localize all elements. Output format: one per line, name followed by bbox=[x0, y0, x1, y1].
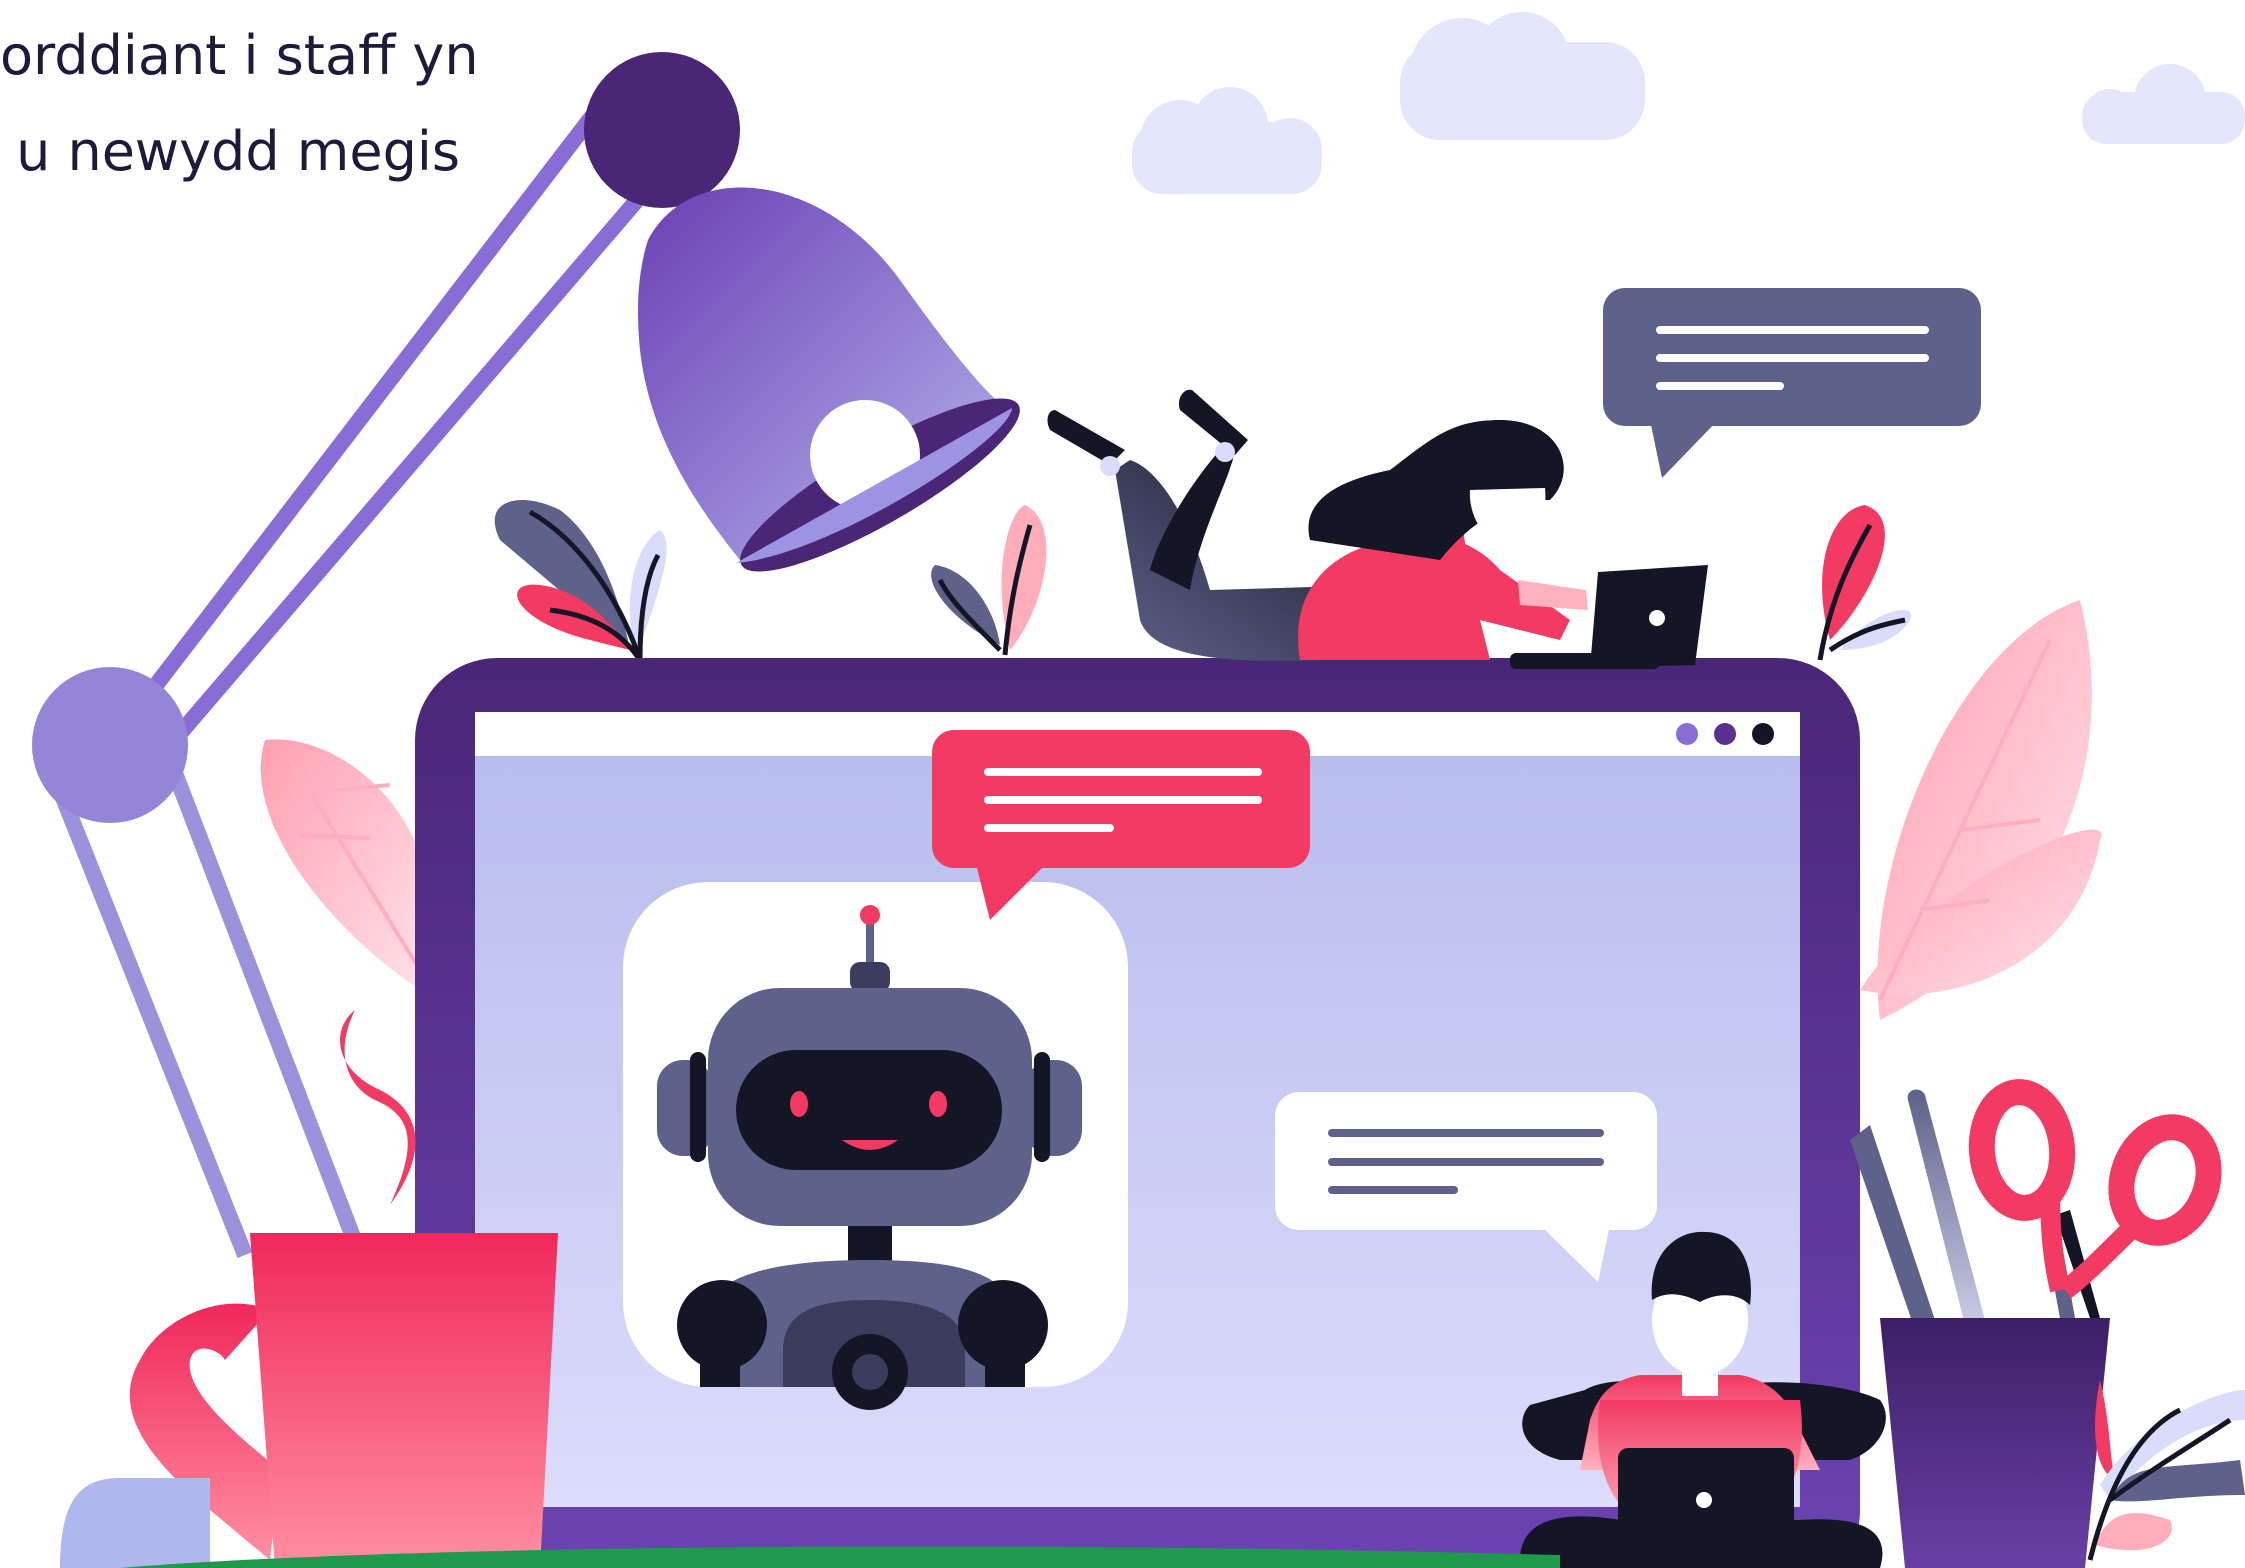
plant-leaf-icon bbox=[1817, 505, 1912, 661]
chatbot-illustration bbox=[32, 12, 2245, 1568]
chatbot-robot-icon bbox=[623, 882, 1128, 1410]
scissors-icon bbox=[1968, 1079, 2222, 1318]
plant-leaf-icon bbox=[260, 739, 432, 990]
cloud-icon bbox=[1400, 12, 1645, 140]
cloud-icon bbox=[2082, 64, 2245, 144]
cloud-icon bbox=[1132, 87, 1322, 194]
woman-with-laptop bbox=[1047, 389, 1708, 669]
chat-bubble-icon bbox=[1603, 288, 1981, 478]
plant-leaf-icon bbox=[1860, 600, 2102, 1020]
pen-holder-icon bbox=[1850, 1089, 2245, 1568]
